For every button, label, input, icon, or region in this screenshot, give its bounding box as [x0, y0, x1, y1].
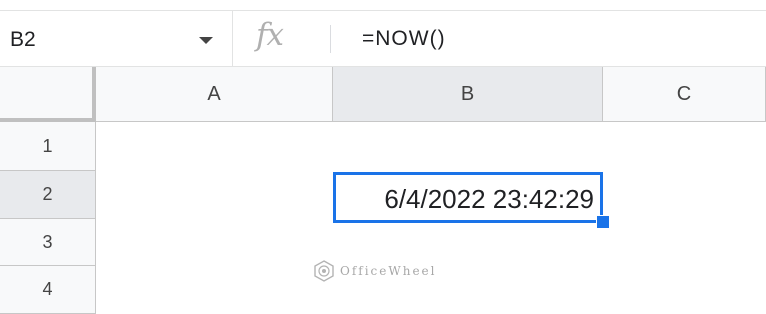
- formula-bar: B2 fx =NOW(): [0, 11, 766, 67]
- formula-input[interactable]: =NOW(): [362, 27, 446, 51]
- chevron-down-icon[interactable]: [199, 37, 213, 44]
- row-header-2[interactable]: 2: [0, 171, 96, 219]
- watermark: OfficeWheel: [313, 260, 436, 282]
- column-header-a[interactable]: A: [96, 67, 333, 122]
- row-header-1[interactable]: 1: [0, 122, 96, 171]
- name-box-cell-ref[interactable]: B2: [10, 28, 36, 52]
- toolbar-edge: [0, 0, 766, 11]
- column-header-b[interactable]: B: [333, 67, 603, 122]
- fill-handle[interactable]: [596, 215, 610, 229]
- select-all-corner[interactable]: [0, 67, 96, 122]
- formula-bar-divider: [330, 25, 331, 53]
- cell-b2-value: 6/4/2022 23:42:29: [384, 184, 594, 214]
- name-box[interactable]: B2: [0, 11, 233, 66]
- row-header-3[interactable]: 3: [0, 219, 96, 266]
- cell-b2[interactable]: 6/4/2022 23:42:29: [333, 172, 603, 223]
- fx-icon: fx: [256, 17, 284, 53]
- officewheel-logo-icon: [314, 260, 334, 282]
- watermark-text: OfficeWheel: [340, 264, 437, 278]
- column-header-c[interactable]: C: [603, 67, 766, 122]
- row-header-4[interactable]: 4: [0, 266, 96, 314]
